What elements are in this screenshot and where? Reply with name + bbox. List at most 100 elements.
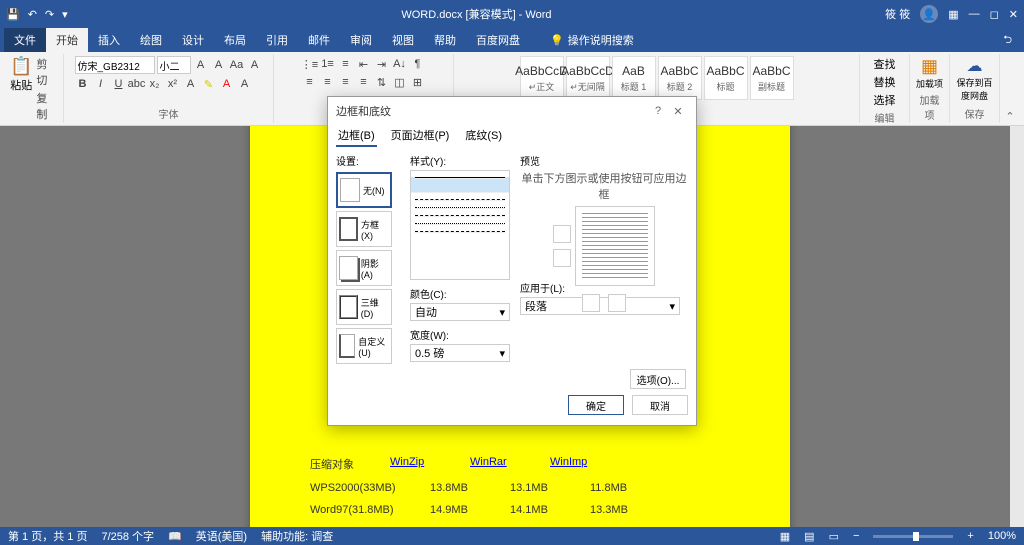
preview-panel[interactable] (575, 206, 655, 286)
style-item[interactable]: AaBbC标题 2 (658, 56, 702, 100)
vertical-scrollbar[interactable] (1010, 126, 1024, 527)
tab-baidu[interactable]: 百度网盘 (466, 28, 530, 52)
subscript-icon[interactable]: x₂ (147, 76, 163, 92)
language-indicator[interactable]: 英语(美国) (196, 528, 247, 544)
tab-file[interactable]: 文件 (4, 28, 46, 52)
tab-page-border[interactable]: 页面边框(P) (389, 125, 452, 147)
tab-shading[interactable]: 底纹(S) (463, 125, 504, 147)
addin-button[interactable]: 加载项 (916, 77, 943, 90)
zoom-value[interactable]: 100% (988, 530, 1016, 542)
select-button[interactable]: 选择 (874, 92, 896, 108)
preset-none[interactable]: 无(N) (336, 172, 392, 208)
tab-border[interactable]: 边框(B) (336, 125, 377, 147)
preset-3d[interactable]: 三维(D) (336, 289, 392, 325)
tab-references[interactable]: 引用 (256, 28, 298, 52)
highlight-icon[interactable]: ✎ (201, 76, 217, 92)
tell-me-search[interactable]: 💡 操作说明搜索 (550, 32, 634, 48)
italic-icon[interactable]: I (93, 76, 109, 92)
font-name-combo[interactable]: 仿宋_GB2312 (75, 56, 155, 74)
close-icon[interactable]: ✕ (1009, 8, 1018, 21)
numbering-icon[interactable]: 1≡ (320, 56, 336, 72)
zoom-slider[interactable] (873, 535, 953, 538)
print-layout-icon[interactable]: ▦ (780, 530, 790, 543)
save-icon[interactable]: 💾 (6, 8, 20, 21)
style-item[interactable]: AaBbC副标题 (750, 56, 794, 100)
tab-layout[interactable]: 布局 (214, 28, 256, 52)
copy-button[interactable]: 复制 (36, 90, 57, 122)
ribbon-display-icon[interactable]: ▦ (948, 8, 958, 21)
baidu-icon[interactable]: ☁ (967, 56, 983, 76)
save-baidu-button[interactable]: 保存到百度网盘 (953, 76, 997, 102)
word-count[interactable]: 7/258 个字 (101, 528, 154, 544)
phonetic-icon[interactable]: Aa (229, 57, 245, 73)
find-button[interactable]: 查找 (874, 56, 896, 72)
align-left-icon[interactable]: ≡ (302, 74, 318, 90)
preset-shadow[interactable]: 阴影(A) (336, 250, 392, 286)
tab-help[interactable]: 帮助 (424, 28, 466, 52)
style-item[interactable]: AaBbC标题 (704, 56, 748, 100)
dialog-close-icon[interactable]: ✕ (668, 105, 688, 118)
bullets-icon[interactable]: ⋮≡ (302, 56, 318, 72)
user-avatar[interactable]: 👤 (920, 5, 938, 23)
strike-icon[interactable]: abc (129, 76, 145, 92)
border-top-button[interactable] (553, 225, 571, 243)
preset-custom[interactable]: 自定义(U) (336, 328, 392, 364)
redo-icon[interactable]: ↷ (45, 8, 54, 21)
line-spacing-icon[interactable]: ⇅ (374, 74, 390, 90)
font-color-icon[interactable]: A (219, 76, 235, 92)
justify-icon[interactable]: ≡ (356, 74, 372, 90)
spell-icon[interactable]: 📖 (168, 530, 182, 543)
user-name[interactable]: 筱 筱 (885, 6, 910, 22)
help-icon[interactable]: ? (648, 105, 668, 117)
color-combo[interactable]: 自动▾ (410, 303, 510, 321)
char-shading-icon[interactable]: A (237, 76, 253, 92)
style-item[interactable]: AaB标题 1 (612, 56, 656, 100)
preset-box[interactable]: 方框(X) (336, 211, 392, 247)
options-button[interactable]: 选项(O)... (630, 369, 686, 389)
shading-icon[interactable]: ◫ (392, 74, 408, 90)
style-item[interactable]: AaBbCcD↵正文 (520, 56, 564, 100)
web-layout-icon[interactable]: ▭ (829, 530, 839, 543)
style-listbox[interactable] (410, 170, 510, 280)
collapse-ribbon-icon[interactable]: ⌃ (1000, 54, 1020, 123)
accessibility-indicator[interactable]: 辅助功能: 调查 (261, 528, 333, 544)
border-bottom-button[interactable] (553, 249, 571, 267)
align-center-icon[interactable]: ≡ (320, 74, 336, 90)
share-icon[interactable]: ⮌ (1003, 31, 1012, 50)
sort-icon[interactable]: A↓ (392, 56, 408, 72)
shrink-font-icon[interactable]: A (211, 57, 227, 73)
cut-button[interactable]: 剪切 (36, 56, 57, 88)
ok-button[interactable]: 确定 (568, 395, 624, 415)
font-size-combo[interactable]: 小二 (157, 56, 191, 74)
read-mode-icon[interactable]: ▤ (804, 530, 814, 543)
zoom-out-icon[interactable]: − (853, 530, 859, 542)
underline-icon[interactable]: U (111, 76, 127, 92)
borders-icon[interactable]: ⊞ (410, 74, 426, 90)
border-right-button[interactable] (608, 294, 626, 312)
indent-inc-icon[interactable]: ⇥ (374, 56, 390, 72)
indent-dec-icon[interactable]: ⇤ (356, 56, 372, 72)
superscript-icon[interactable]: x² (165, 76, 181, 92)
width-combo[interactable]: 0.5 磅▾ (410, 344, 510, 362)
replace-button[interactable]: 替换 (874, 74, 896, 90)
page-indicator[interactable]: 第 1 页，共 1 页 (8, 528, 87, 544)
char-border-icon[interactable]: A (247, 57, 263, 73)
addin-icon[interactable]: ▦ (921, 56, 938, 77)
tab-mailings[interactable]: 邮件 (298, 28, 340, 52)
zoom-in-icon[interactable]: + (967, 530, 973, 542)
tab-draw[interactable]: 绘图 (130, 28, 172, 52)
undo-icon[interactable]: ↶ (28, 8, 37, 21)
tab-review[interactable]: 审阅 (340, 28, 382, 52)
border-left-button[interactable] (582, 294, 600, 312)
cancel-button[interactable]: 取消 (632, 395, 688, 415)
tab-view[interactable]: 视图 (382, 28, 424, 52)
grow-font-icon[interactable]: A (193, 57, 209, 73)
show-marks-icon[interactable]: ¶ (410, 56, 426, 72)
style-item[interactable]: AaBbCcD↵无间隔 (566, 56, 610, 100)
tab-home[interactable]: 开始 (46, 28, 88, 52)
minimize-icon[interactable]: — (969, 8, 980, 20)
maximize-icon[interactable]: ◻ (990, 8, 999, 21)
text-effects-icon[interactable]: A (183, 76, 199, 92)
bold-icon[interactable]: B (75, 76, 91, 92)
align-right-icon[interactable]: ≡ (338, 74, 354, 90)
